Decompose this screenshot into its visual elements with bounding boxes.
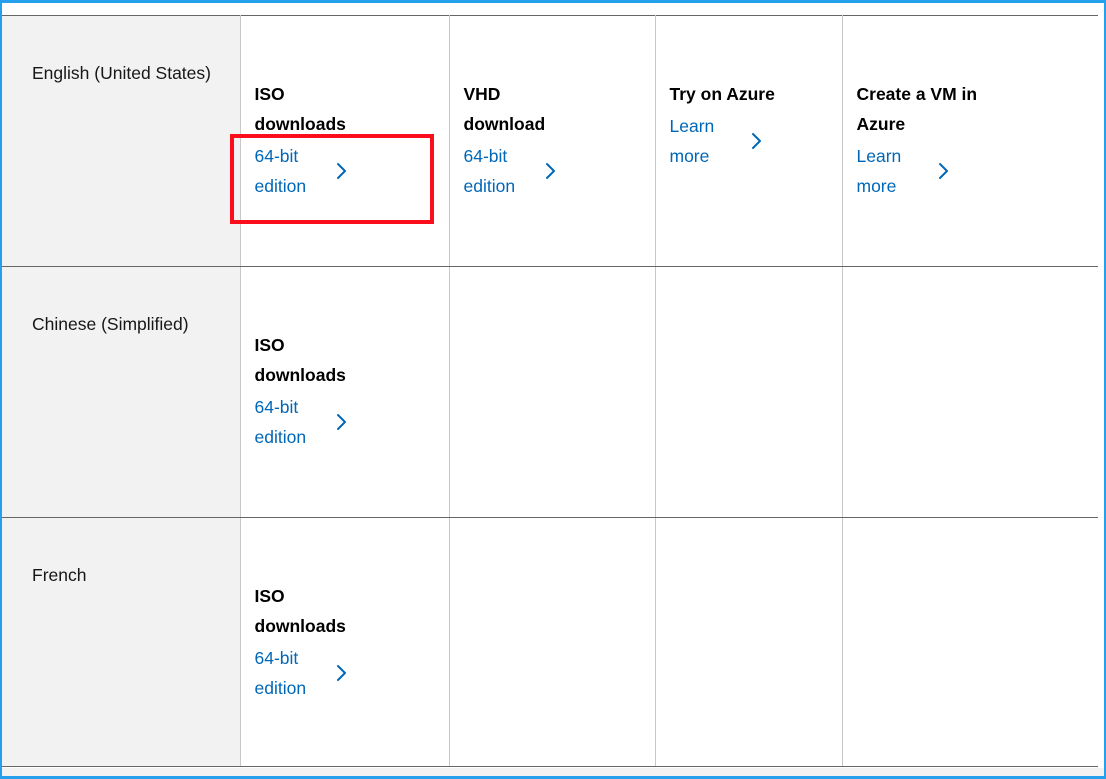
create-vm-azure-link-english[interactable]: Learn more bbox=[857, 141, 1007, 201]
language-label: French bbox=[32, 565, 87, 585]
link-label: Learn more bbox=[856, 146, 902, 196]
cell-create-vm-azure-french bbox=[841, 517, 1098, 767]
cell-title: ISO downloads bbox=[254, 84, 346, 134]
cell-title: Try on Azure bbox=[669, 84, 775, 104]
language-downloads-table: English (United States) ISO downloads 64… bbox=[2, 15, 1098, 767]
page-root: English (United States) ISO downloads 64… bbox=[0, 0, 1106, 779]
chevron-right-icon bbox=[937, 161, 951, 181]
page-top-strip bbox=[2, 3, 1104, 15]
cell-try-on-azure-chinese-simplified bbox=[654, 266, 843, 518]
cell-create-vm-azure-chinese-simplified bbox=[841, 266, 1098, 518]
page-bottom-strip bbox=[2, 768, 1104, 776]
vhd-download-link-english[interactable]: 64-bit edition bbox=[464, 141, 614, 201]
language-label: Chinese (Simplified) bbox=[32, 314, 189, 334]
link-label: 64-bit edition bbox=[254, 397, 307, 447]
language-cell-french: French bbox=[2, 517, 241, 767]
try-on-azure-link-english[interactable]: Learn more bbox=[670, 111, 820, 171]
cell-iso-downloads-french: ISO downloads 64-bit edition bbox=[239, 517, 450, 767]
chevron-right-icon bbox=[335, 663, 349, 683]
cell-iso-downloads-english: ISO downloads 64-bit edition bbox=[239, 15, 450, 267]
language-cell-chinese-simplified: Chinese (Simplified) bbox=[2, 266, 241, 518]
cell-title: VHD download bbox=[463, 84, 546, 134]
cell-create-vm-azure-english: Create a VM in Azure Learn more bbox=[841, 15, 1098, 267]
chevron-right-icon bbox=[335, 161, 349, 181]
cell-vhd-download-english: VHD download 64-bit edition bbox=[448, 15, 656, 267]
cell-iso-downloads-chinese-simplified: ISO downloads 64-bit edition bbox=[239, 266, 450, 518]
cell-vhd-download-chinese-simplified bbox=[448, 266, 656, 518]
link-label: 64-bit edition bbox=[463, 146, 516, 196]
table-row: English (United States) ISO downloads 64… bbox=[2, 15, 1098, 267]
cell-title: Create a VM in Azure bbox=[856, 84, 978, 134]
cell-try-on-azure-french bbox=[654, 517, 843, 767]
link-label: Learn more bbox=[669, 116, 715, 166]
chevron-right-icon bbox=[750, 131, 764, 151]
link-label: 64-bit edition bbox=[254, 648, 307, 698]
iso-download-link-english[interactable]: 64-bit edition bbox=[255, 141, 405, 201]
table-row: Chinese (Simplified) ISO downloads 64-bi… bbox=[2, 266, 1098, 518]
chevron-right-icon bbox=[335, 412, 349, 432]
language-label: English (United States) bbox=[32, 63, 211, 83]
link-label: 64-bit edition bbox=[254, 146, 307, 196]
cell-vhd-download-french bbox=[448, 517, 656, 767]
table-row: French ISO downloads 64-bit edition bbox=[2, 517, 1098, 767]
cell-title: ISO downloads bbox=[254, 335, 346, 385]
iso-download-link-french[interactable]: 64-bit edition bbox=[255, 643, 405, 703]
cell-title: ISO downloads bbox=[254, 586, 346, 636]
language-cell-english: English (United States) bbox=[2, 15, 241, 267]
cell-try-on-azure-english: Try on Azure Learn more bbox=[654, 15, 843, 267]
chevron-right-icon bbox=[544, 161, 558, 181]
iso-download-link-chinese-simplified[interactable]: 64-bit edition bbox=[255, 392, 405, 452]
